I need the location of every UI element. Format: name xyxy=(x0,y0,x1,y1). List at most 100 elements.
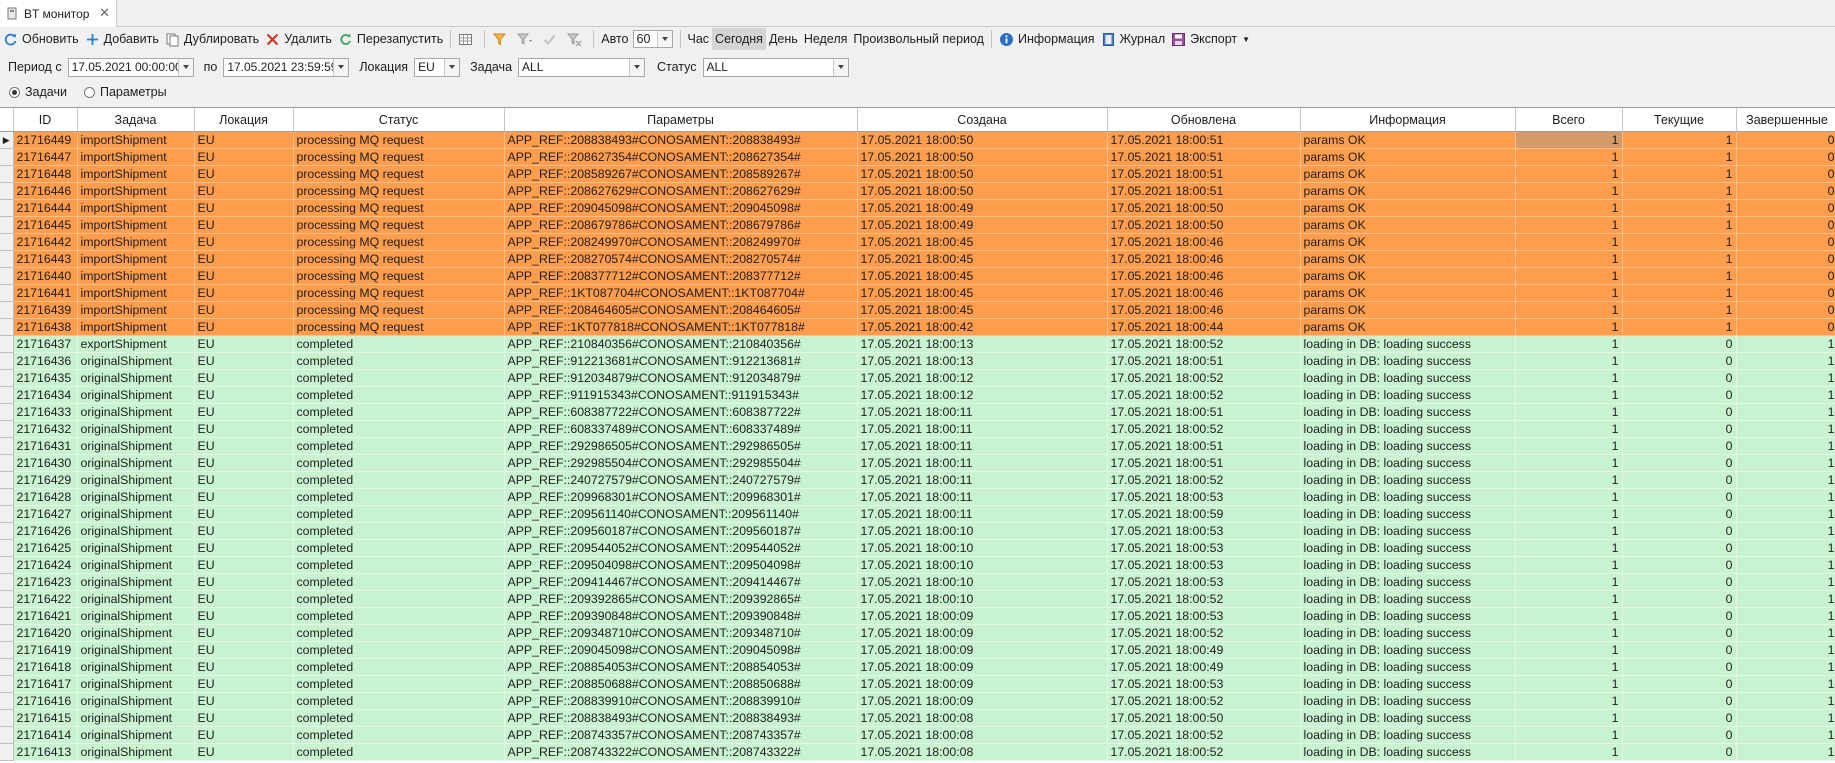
table-cell[interactable]: 0 xyxy=(1736,165,1835,183)
table-cell[interactable]: EU xyxy=(194,199,294,217)
table-cell[interactable]: 0 xyxy=(1622,386,1737,404)
table-cell[interactable]: 17.05.2021 18:00:45 xyxy=(857,301,1108,319)
table-cell[interactable]: 1 xyxy=(1736,539,1835,557)
table-cell[interactable]: 1 xyxy=(1515,573,1623,591)
table-cell[interactable]: completed xyxy=(293,709,505,727)
table-row[interactable]: 21716425 originalShipment EU completed APP_R… xyxy=(0,539,1835,557)
mode-tasks-radio[interactable]: Задачи xyxy=(9,85,67,99)
table-cell[interactable]: EU xyxy=(194,726,294,744)
table-cell[interactable]: 1 xyxy=(1515,165,1623,183)
table-cell[interactable]: originalShipment xyxy=(77,420,195,438)
table-cell[interactable]: processing MQ request xyxy=(293,182,505,200)
table-cell[interactable]: originalShipment xyxy=(77,522,195,540)
table-cell[interactable]: 1 xyxy=(1515,250,1623,268)
row-indicator[interactable] xyxy=(0,488,14,506)
table-cell[interactable]: loading in DB: loading success xyxy=(1300,522,1516,540)
table-row[interactable]: 21716420 originalShipment EU completed APP_R… xyxy=(0,624,1835,642)
table-cell[interactable]: EU xyxy=(194,437,294,455)
row-indicator[interactable] xyxy=(0,454,14,472)
table-cell[interactable]: 21716444 xyxy=(13,199,78,217)
table-cell[interactable]: EU xyxy=(194,284,294,302)
period-week-button[interactable]: Неделя xyxy=(801,28,851,50)
table-cell[interactable]: 17.05.2021 18:00:51 xyxy=(1107,403,1301,421)
table-row[interactable]: 21716448 importShipment EU processing MQ re… xyxy=(0,165,1835,183)
table-cell[interactable]: 17.05.2021 18:00:50 xyxy=(1107,216,1301,234)
table-cell[interactable]: loading in DB: loading success xyxy=(1300,386,1516,404)
table-row[interactable]: 21716433 originalShipment EU completed APP_R… xyxy=(0,403,1835,421)
table-cell[interactable]: 1 xyxy=(1515,709,1623,727)
table-cell[interactable]: EU xyxy=(194,692,294,710)
table-cell[interactable]: loading in DB: loading success xyxy=(1300,692,1516,710)
table-cell[interactable]: params OK xyxy=(1300,233,1516,251)
table-cell[interactable]: 1 xyxy=(1515,318,1623,336)
table-cell[interactable]: 1 xyxy=(1622,301,1737,319)
table-cell[interactable]: APP_REF::209045098#CONOSAMENT::209045098… xyxy=(504,199,858,217)
table-cell[interactable]: 17.05.2021 18:00:11 xyxy=(857,488,1108,506)
table-row[interactable]: 21716414 originalShipment EU completed APP_R… xyxy=(0,726,1835,744)
table-cell[interactable]: params OK xyxy=(1300,301,1516,319)
table-cell[interactable]: 0 xyxy=(1622,556,1737,574)
current-row-indicator-icon[interactable]: ▶ xyxy=(0,131,14,149)
table-cell[interactable]: originalShipment xyxy=(77,641,195,659)
chevron-down-icon[interactable] xyxy=(656,31,672,47)
table-cell[interactable]: completed xyxy=(293,471,505,489)
table-cell[interactable]: 0 xyxy=(1622,743,1737,761)
table-cell[interactable]: APP_REF::208850688#CONOSAMENT::208850688… xyxy=(504,675,858,693)
table-cell[interactable]: importShipment xyxy=(77,318,195,336)
table-cell[interactable]: EU xyxy=(194,420,294,438)
table-cell[interactable]: 1 xyxy=(1736,522,1835,540)
table-row[interactable]: 21716416 originalShipment EU completed APP_R… xyxy=(0,692,1835,710)
table-cell[interactable]: 1 xyxy=(1736,403,1835,421)
delete-button[interactable]: Удалить xyxy=(262,28,335,50)
table-cell[interactable]: 17.05.2021 18:00:13 xyxy=(857,352,1108,370)
table-row[interactable]: 21716419 originalShipment EU completed APP_R… xyxy=(0,641,1835,659)
table-cell[interactable]: EU xyxy=(194,658,294,676)
table-cell[interactable]: 0 xyxy=(1622,352,1737,370)
table-row[interactable]: 21716422 originalShipment EU completed APP_R… xyxy=(0,590,1835,608)
table-cell[interactable]: 17.05.2021 18:00:09 xyxy=(857,641,1108,659)
table-row[interactable]: 21716430 originalShipment EU completed APP_R… xyxy=(0,454,1835,472)
table-cell[interactable]: 17.05.2021 18:00:12 xyxy=(857,386,1108,404)
table-cell[interactable]: APP_REF::608337489#CONOSAMENT::608337489… xyxy=(504,420,858,438)
table-cell[interactable]: EU xyxy=(194,233,294,251)
table-cell[interactable]: 17.05.2021 18:00:51 xyxy=(1107,131,1301,149)
table-cell[interactable]: 21716414 xyxy=(13,726,78,744)
table-cell[interactable]: EU xyxy=(194,573,294,591)
table-cell[interactable]: 1 xyxy=(1622,165,1737,183)
table-cell[interactable]: params OK xyxy=(1300,284,1516,302)
table-cell[interactable]: 1 xyxy=(1515,284,1623,302)
table-cell[interactable]: EU xyxy=(194,556,294,574)
table-cell[interactable]: 21716442 xyxy=(13,233,78,251)
table-cell[interactable]: originalShipment xyxy=(77,692,195,710)
row-indicator[interactable] xyxy=(0,726,14,744)
table-cell[interactable]: originalShipment xyxy=(77,658,195,676)
table-cell[interactable]: 21716432 xyxy=(13,420,78,438)
period-hour-button[interactable]: Час xyxy=(685,28,713,50)
table-row[interactable]: 21716428 originalShipment EU completed APP_R… xyxy=(0,488,1835,506)
table-row[interactable]: 21716441 importShipment EU processing MQ re… xyxy=(0,284,1835,302)
table-cell[interactable]: EU xyxy=(194,641,294,659)
journal-button[interactable]: Журнал xyxy=(1098,28,1169,50)
table-cell[interactable]: loading in DB: loading success xyxy=(1300,437,1516,455)
table-cell[interactable]: EU xyxy=(194,165,294,183)
table-cell[interactable]: APP_REF::911915343#CONOSAMENT::911915343… xyxy=(504,386,858,404)
table-cell[interactable]: params OK xyxy=(1300,199,1516,217)
table-cell[interactable]: processing MQ request xyxy=(293,216,505,234)
table-cell[interactable]: APP_REF::209348710#CONOSAMENT::209348710… xyxy=(504,624,858,642)
table-cell[interactable]: processing MQ request xyxy=(293,284,505,302)
table-cell[interactable]: 1 xyxy=(1515,675,1623,693)
table-cell[interactable]: APP_REF::209561140#CONOSAMENT::209561140… xyxy=(504,505,858,523)
table-cell[interactable]: exportShipment xyxy=(77,335,195,353)
table-row[interactable]: 21716439 importShipment EU processing MQ re… xyxy=(0,301,1835,319)
table-cell[interactable]: loading in DB: loading success xyxy=(1300,743,1516,761)
row-indicator[interactable] xyxy=(0,199,14,217)
mode-params-radio[interactable]: Параметры xyxy=(83,85,167,99)
table-cell[interactable]: processing MQ request xyxy=(293,131,505,149)
table-cell[interactable]: 1 xyxy=(1515,641,1623,659)
table-cell[interactable]: 17.05.2021 18:00:51 xyxy=(1107,437,1301,455)
table-cell[interactable]: importShipment xyxy=(77,301,195,319)
table-cell[interactable]: loading in DB: loading success xyxy=(1300,539,1516,557)
table-cell[interactable]: loading in DB: loading success xyxy=(1300,420,1516,438)
table-cell[interactable]: 17.05.2021 18:00:10 xyxy=(857,590,1108,608)
table-cell[interactable]: 0 xyxy=(1736,267,1835,285)
